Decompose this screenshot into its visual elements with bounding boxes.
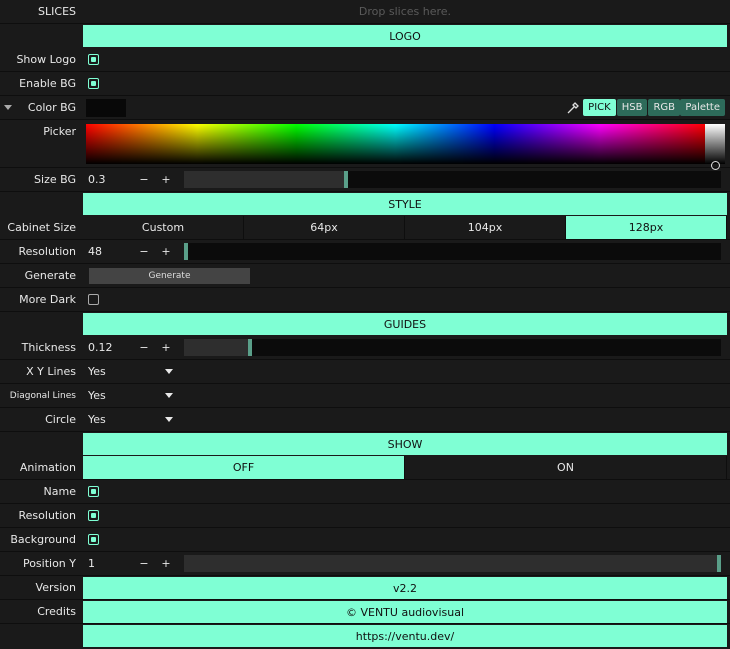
thickness-slider[interactable] — [184, 339, 721, 356]
style-header[interactable]: STYLE — [83, 193, 727, 215]
credits-label: Credits — [37, 605, 76, 618]
circle-row: Circle Yes — [0, 408, 730, 432]
credits-value: © VENTU audiovisual — [83, 601, 727, 623]
cabinet-size-104px[interactable]: 104px — [405, 216, 566, 239]
generate-button[interactable]: Generate — [89, 267, 250, 284]
enable-bg-checkbox[interactable] — [88, 78, 99, 89]
circle-label: Circle — [45, 413, 76, 426]
show-resolution-row: Resolution — [0, 504, 730, 528]
collapse-triangle-icon[interactable] — [4, 105, 12, 110]
more-dark-checkbox[interactable] — [88, 294, 99, 305]
size-bg-plus-button[interactable]: + — [155, 173, 177, 186]
position-y-row: Position Y 1 − + — [0, 552, 730, 576]
slices-label: SLICES — [38, 5, 76, 18]
chevron-down-icon — [165, 369, 173, 374]
size-bg-slider[interactable] — [184, 171, 721, 188]
resolution-minus-button[interactable]: − — [133, 245, 155, 258]
show-resolution-checkbox[interactable] — [88, 510, 99, 521]
thickness-plus-button[interactable]: + — [155, 341, 177, 354]
show-background-label: Background — [10, 533, 76, 546]
logo-header[interactable]: LOGO — [83, 25, 727, 47]
picker-row: Picker — [0, 120, 730, 170]
diagonal-lines-label: Diagonal Lines — [9, 390, 76, 401]
picker-label: Picker — [43, 125, 76, 138]
animation-segments: OFF ON — [83, 456, 727, 479]
show-logo-checkbox[interactable] — [88, 54, 99, 65]
xy-lines-label: X Y Lines — [26, 365, 76, 378]
thickness-minus-button[interactable]: − — [133, 341, 155, 354]
show-logo-row: Show Logo — [0, 48, 730, 72]
resolution-label: Resolution — [18, 245, 76, 258]
chevron-down-icon — [165, 393, 173, 398]
diagonal-lines-value: Yes — [88, 389, 106, 402]
size-bg-row: Size BG 0.3 − + — [0, 168, 730, 192]
show-background-row: Background — [0, 528, 730, 552]
color-bg-label: Color BG — [27, 101, 76, 114]
animation-on[interactable]: ON — [405, 456, 727, 479]
slices-drop-zone[interactable]: Drop slices here. — [83, 0, 730, 23]
diagonal-lines-dropdown[interactable]: Yes — [83, 389, 173, 402]
animation-off[interactable]: OFF — [83, 456, 405, 479]
show-header[interactable]: SHOW — [83, 433, 727, 455]
show-background-checkbox[interactable] — [88, 534, 99, 545]
thickness-label: Thickness — [21, 341, 76, 354]
eyedropper-icon[interactable] — [566, 101, 580, 118]
cabinet-size-segments: Custom 64px 104px 128px — [83, 216, 727, 239]
generate-row: Generate Generate — [0, 264, 730, 288]
show-logo-label: Show Logo — [16, 53, 76, 66]
brightness-slider[interactable] — [705, 124, 725, 164]
show-name-checkbox[interactable] — [88, 486, 99, 497]
size-bg-label: Size BG — [34, 173, 76, 186]
show-resolution-label: Resolution — [18, 509, 76, 522]
show-name-row: Name — [0, 480, 730, 504]
size-bg-value[interactable]: 0.3 — [83, 173, 133, 186]
resolution-row: Resolution 48 − + — [0, 240, 730, 264]
position-y-slider[interactable] — [184, 555, 721, 572]
enable-bg-label: Enable BG — [19, 77, 76, 90]
credits-url-link[interactable]: https://ventu.dev/ — [83, 625, 727, 647]
xy-lines-value: Yes — [88, 365, 106, 378]
more-dark-label: More Dark — [19, 293, 76, 306]
cabinet-size-label: Cabinet Size — [7, 221, 76, 234]
resolution-value[interactable]: 48 — [83, 245, 133, 258]
thickness-row: Thickness 0.12 − + — [0, 336, 730, 360]
color-bg-swatch[interactable] — [86, 98, 126, 117]
cabinet-size-64px[interactable]: 64px — [244, 216, 405, 239]
show-name-label: Name — [43, 485, 76, 498]
circle-dropdown[interactable]: Yes — [83, 413, 173, 426]
animation-row: Animation OFF ON — [0, 456, 730, 480]
xy-lines-dropdown[interactable]: Yes — [83, 365, 173, 378]
position-y-minus-button[interactable]: − — [133, 557, 155, 570]
cabinet-size-custom[interactable]: Custom — [83, 216, 244, 239]
cabinet-size-row: Cabinet Size Custom 64px 104px 128px — [0, 216, 730, 240]
slices-row: SLICES Drop slices here. — [0, 0, 730, 24]
mode-pick-button[interactable]: PICK — [583, 99, 616, 116]
enable-bg-row: Enable BG — [0, 72, 730, 96]
palette-button[interactable]: Palette — [680, 99, 725, 116]
color-bg-row: Color BG PICK HSB RGB Palette — [0, 96, 730, 120]
xy-lines-row: X Y Lines Yes — [0, 360, 730, 384]
position-y-value[interactable]: 1 — [83, 557, 133, 570]
size-bg-minus-button[interactable]: − — [133, 173, 155, 186]
cabinet-size-128px[interactable]: 128px — [566, 216, 727, 239]
diagonal-lines-row: Diagonal Lines Yes — [0, 384, 730, 408]
mode-rgb-button[interactable]: RGB — [648, 99, 680, 116]
mode-hsb-button[interactable]: HSB — [616, 99, 648, 116]
chevron-down-icon — [165, 417, 173, 422]
circle-value: Yes — [88, 413, 106, 426]
position-y-label: Position Y — [22, 557, 76, 570]
animation-label: Animation — [19, 461, 76, 474]
version-value: v2.2 — [83, 577, 727, 599]
resolution-plus-button[interactable]: + — [155, 245, 177, 258]
position-y-plus-button[interactable]: + — [155, 557, 177, 570]
version-label: Version — [35, 581, 76, 594]
drop-placeholder: Drop slices here. — [358, 5, 452, 18]
resolution-slider[interactable] — [184, 243, 721, 260]
guides-header[interactable]: GUIDES — [83, 313, 727, 335]
color-picker-gradient[interactable] — [86, 124, 705, 164]
generate-label: Generate — [24, 269, 76, 282]
thickness-value[interactable]: 0.12 — [83, 341, 133, 354]
more-dark-row: More Dark — [0, 288, 730, 312]
